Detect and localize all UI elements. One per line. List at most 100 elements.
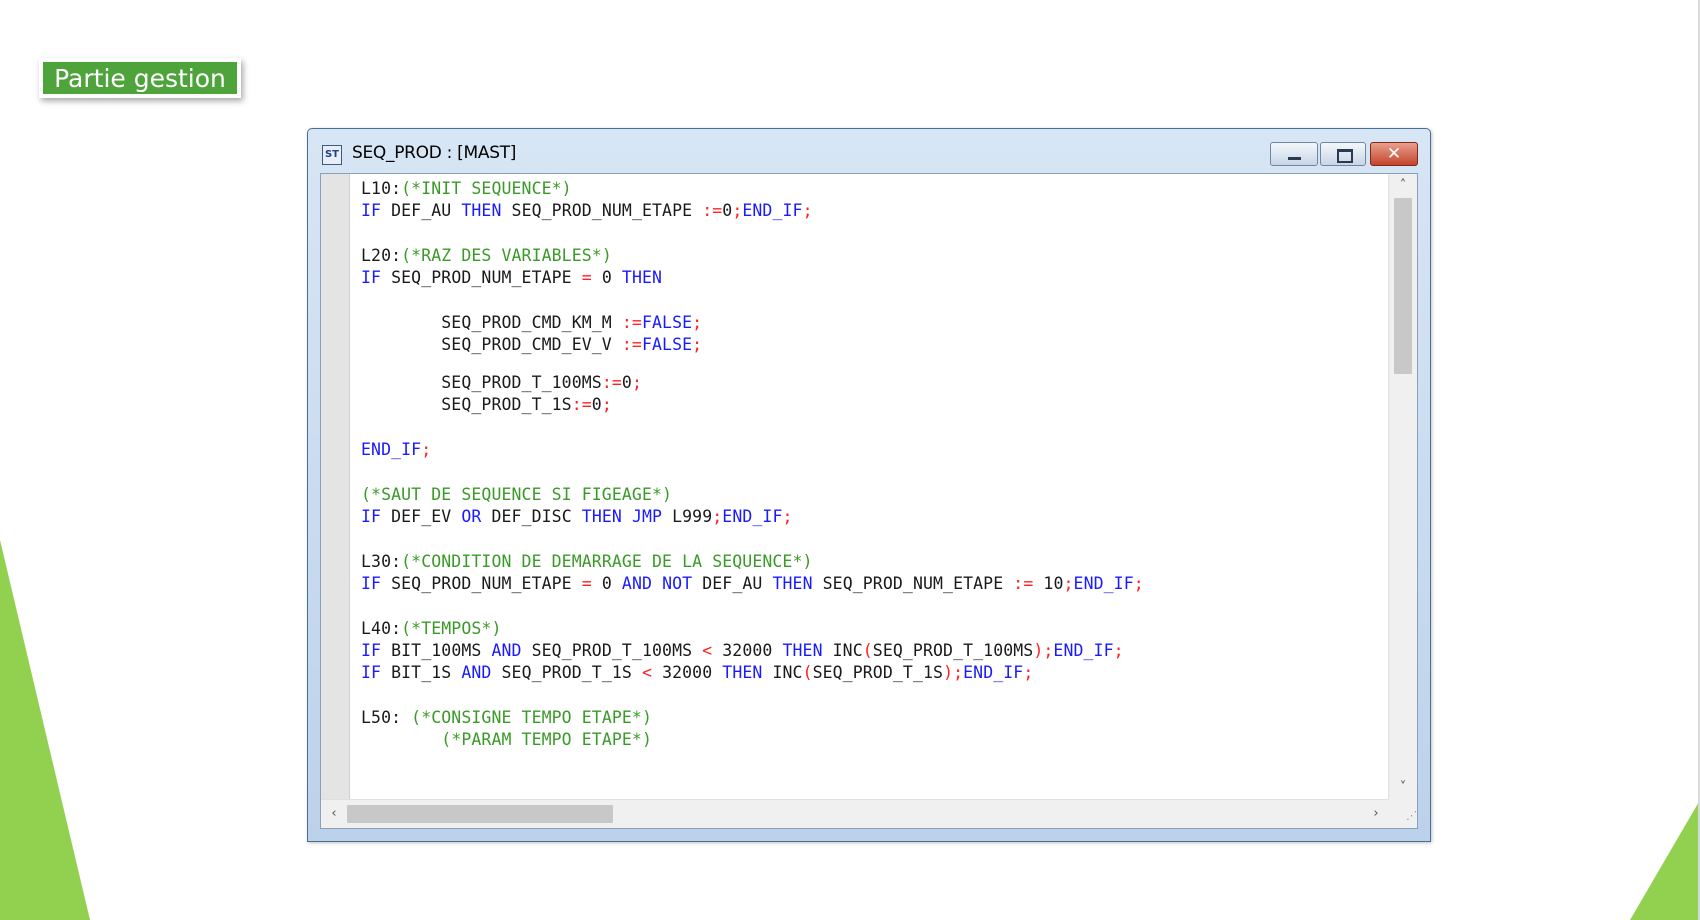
code-token: L40: bbox=[361, 619, 402, 638]
code-token: (*RAZ DES VARIABLES*) bbox=[401, 246, 612, 265]
code-token: ; bbox=[712, 507, 723, 526]
code-token: SEQ_PROD_NUM_ETAPE bbox=[381, 268, 582, 287]
code-token: 32000 bbox=[652, 663, 723, 682]
code-token: = bbox=[581, 268, 592, 287]
resize-grip[interactable]: ⋰ bbox=[1389, 800, 1417, 828]
code-token: ; bbox=[601, 395, 612, 414]
code-token: < bbox=[641, 663, 653, 682]
horizontal-scrollbar[interactable]: ‹ › bbox=[321, 799, 1389, 828]
code-token: ; bbox=[692, 335, 703, 354]
code-token: L50: bbox=[361, 708, 412, 727]
code-editor[interactable]: L10:(*INIT SEQUENCE*) IF DEF_AU THEN SEQ_… bbox=[361, 174, 1387, 800]
code-token: END_IF bbox=[722, 507, 783, 526]
code-token: THEN bbox=[722, 663, 763, 682]
code-token: THEN bbox=[782, 641, 823, 660]
scroll-left-button[interactable]: ‹ bbox=[321, 800, 347, 828]
close-icon: ✕ bbox=[1386, 144, 1402, 164]
code-token: ; bbox=[802, 201, 813, 220]
code-token: := bbox=[702, 201, 723, 220]
code-token: := bbox=[621, 313, 642, 332]
code-token: INC bbox=[762, 663, 803, 682]
window-titlebar[interactable]: ST SEQ_PROD : [MAST] ✕ bbox=[308, 129, 1430, 173]
code-token: SEQ_PROD_T_100MS bbox=[521, 641, 703, 660]
maximize-icon bbox=[1337, 149, 1353, 163]
code-token: := bbox=[1013, 574, 1034, 593]
code-token: ; bbox=[421, 440, 432, 459]
section-badge-label: Partie gestion bbox=[43, 62, 237, 94]
code-line: L40:(*TEMPOS*) bbox=[361, 617, 501, 641]
code-token: NOT bbox=[662, 574, 693, 593]
editor-gutter bbox=[321, 174, 350, 800]
code-token: BIT_1S bbox=[381, 663, 462, 682]
scroll-up-button[interactable]: ˄ bbox=[1389, 174, 1417, 198]
code-line: (*PARAM TEMPO ETAPE*) bbox=[361, 728, 652, 752]
st-program-icon: ST bbox=[322, 145, 342, 165]
scroll-down-button[interactable]: ˅ bbox=[1389, 776, 1417, 800]
code-token: 0 bbox=[591, 574, 622, 593]
code-line: IF BIT_1S AND SEQ_PROD_T_1S < 32000 THEN… bbox=[361, 661, 1033, 685]
code-token: FALSE bbox=[641, 313, 693, 332]
code-token: L30: bbox=[361, 552, 402, 571]
code-token: SEQ_PROD_NUM_ETAPE bbox=[812, 574, 1014, 593]
code-token: SEQ_PROD_T_1S bbox=[361, 395, 572, 414]
code-token: := bbox=[571, 395, 592, 414]
horizontal-scroll-thumb[interactable] bbox=[347, 805, 613, 823]
code-line: IF DEF_AU THEN SEQ_PROD_NUM_ETAPE :=0;EN… bbox=[361, 199, 813, 223]
code-line: IF SEQ_PROD_NUM_ETAPE = 0 THEN bbox=[361, 266, 662, 290]
code-token: IF bbox=[361, 201, 382, 220]
code-token: SEQ_PROD_T_100MS bbox=[872, 641, 1034, 660]
code-token: (*CONDITION DE DEMARRAGE DE LA SEQUENCE*… bbox=[401, 552, 813, 571]
code-token: END_IF bbox=[1053, 641, 1114, 660]
code-token: IF bbox=[361, 507, 382, 526]
code-token: 32000 bbox=[712, 641, 783, 660]
scroll-right-button[interactable]: › bbox=[1363, 800, 1389, 828]
code-token: ; bbox=[1133, 574, 1144, 593]
window-title: SEQ_PROD : [MAST] bbox=[352, 143, 517, 163]
code-token: ; bbox=[732, 201, 743, 220]
decorative-green-triangle-left bbox=[0, 540, 90, 920]
code-token: (*PARAM TEMPO ETAPE*) bbox=[441, 730, 652, 749]
code-token: 0 bbox=[591, 395, 602, 414]
vertical-scrollbar[interactable]: ˄ ˅ bbox=[1388, 174, 1417, 800]
code-line: L10:(*INIT SEQUENCE*) bbox=[361, 177, 572, 201]
code-token: BIT_100MS bbox=[381, 641, 492, 660]
code-token: = bbox=[581, 574, 592, 593]
close-button[interactable]: ✕ bbox=[1370, 142, 1418, 166]
code-token: ; bbox=[1113, 641, 1124, 660]
code-token: SEQ_PROD_CMD_EV_V bbox=[361, 335, 622, 354]
editor-window: ST SEQ_PROD : [MAST] ✕ L10:(*INIT SEQUEN… bbox=[307, 128, 1431, 842]
code-token: (*CONSIGNE TEMPO ETAPE*) bbox=[411, 708, 652, 727]
code-token: ; bbox=[692, 313, 703, 332]
editor-client-area: L10:(*INIT SEQUENCE*) IF DEF_AU THEN SEQ_… bbox=[320, 173, 1418, 829]
vertical-scroll-thumb[interactable] bbox=[1394, 198, 1412, 374]
code-token: 0 bbox=[591, 268, 622, 287]
code-token: (*SAUT DE SEQUENCE SI FIGEAGE*) bbox=[361, 485, 673, 504]
code-line: SEQ_PROD_CMD_KM_M :=FALSE; bbox=[361, 311, 702, 335]
code-token: := bbox=[601, 373, 622, 392]
code-token: THEN bbox=[581, 507, 622, 526]
code-token: JMP bbox=[631, 507, 663, 526]
code-token: ; bbox=[631, 373, 642, 392]
code-line: IF DEF_EV OR DEF_DISC THEN JMP L999;END_… bbox=[361, 505, 793, 529]
code-token: 10 bbox=[1033, 574, 1064, 593]
code-token: END_IF bbox=[361, 440, 422, 459]
code-token: DEF_DISC bbox=[481, 507, 582, 526]
code-token: IF bbox=[361, 268, 382, 287]
maximize-button[interactable] bbox=[1320, 142, 1366, 166]
code-token: ( bbox=[862, 641, 873, 660]
code-token: 0 bbox=[722, 201, 733, 220]
code-token: 0 bbox=[621, 373, 632, 392]
code-token: IF bbox=[361, 574, 382, 593]
minimize-button[interactable] bbox=[1270, 142, 1318, 166]
code-line: SEQ_PROD_CMD_EV_V :=FALSE; bbox=[361, 333, 702, 357]
code-token: END_IF bbox=[963, 663, 1024, 682]
code-token: ( bbox=[802, 663, 813, 682]
code-token: THEN bbox=[461, 201, 502, 220]
code-token: ; bbox=[1063, 574, 1074, 593]
code-line: L50: (*CONSIGNE TEMPO ETAPE*) bbox=[361, 706, 652, 730]
code-token: < bbox=[702, 641, 713, 660]
code-token: L20: bbox=[361, 246, 402, 265]
code-line: IF SEQ_PROD_NUM_ETAPE = 0 AND NOT DEF_AU… bbox=[361, 572, 1144, 596]
